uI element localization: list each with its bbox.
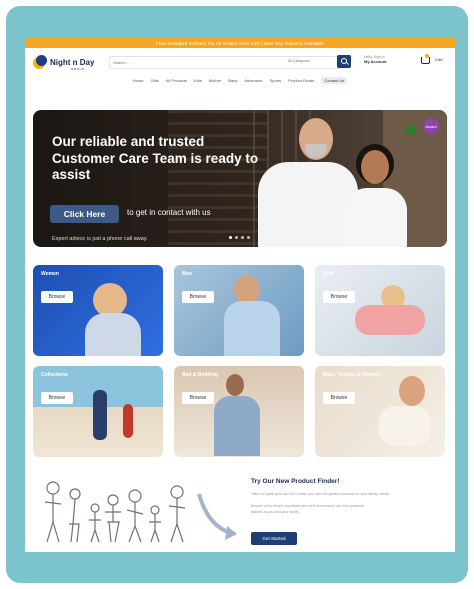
category-tile-men[interactable]: Men Browse xyxy=(174,265,304,356)
tile-label: Collections xyxy=(41,372,68,378)
nav-item-gifts[interactable]: Gifts xyxy=(150,78,158,83)
category-tile-kids[interactable]: Kids Browse xyxy=(315,265,445,356)
logo-text: Night n Day xyxy=(50,57,95,67)
award-badge-icon xyxy=(404,122,418,134)
tile-label: Women xyxy=(41,271,59,277)
logo[interactable]: Night n Day xyxy=(33,55,95,69)
search-bar: All Categories xyxy=(109,56,341,69)
nav-item-mother[interactable]: Mother xyxy=(209,78,221,83)
finder-description: tailored to you and your family. xyxy=(251,510,300,514)
account-label: My Account xyxy=(364,59,387,64)
nav-item-home[interactable]: Home xyxy=(133,78,144,83)
carousel-dot[interactable] xyxy=(229,236,232,239)
promo-bar: Free Standard Delivery On All Orders Ove… xyxy=(25,38,455,48)
tile-browse-button[interactable]: Browse xyxy=(182,392,214,404)
search-input[interactable] xyxy=(113,58,283,66)
nav-item-contact[interactable]: Contact Us xyxy=(321,76,348,84)
carousel-dot[interactable] xyxy=(235,236,238,239)
search-category-select[interactable]: All Categories xyxy=(288,59,310,63)
carousel-dots[interactable] xyxy=(229,236,250,239)
cart-icon[interactable] xyxy=(421,57,430,64)
logo-subtext: GROUP xyxy=(71,67,85,71)
web-page: Free Standard Delivery On All Orders Ove… xyxy=(25,38,455,552)
tile-label: Baby, Toddler & Nursery xyxy=(323,372,381,378)
tile-browse-button[interactable]: Browse xyxy=(182,291,214,303)
hero-cta-text: to get in contact with us xyxy=(127,208,211,217)
hero-woman xyxy=(345,188,407,247)
tile-browse-button[interactable]: Browse xyxy=(323,291,355,303)
moon-logo-icon xyxy=(33,55,47,69)
tile-label: Men xyxy=(182,271,192,277)
hero-banner[interactable]: Award Our reliable and trusted Customer … xyxy=(33,110,447,247)
tile-browse-button[interactable]: Browse xyxy=(41,291,73,303)
tile-browse-button[interactable]: Browse xyxy=(323,392,355,404)
finder-description: Answer a few simple questions and we'll … xyxy=(251,504,364,508)
nav-item-product-finder[interactable]: Product Finder xyxy=(288,78,314,83)
nav-item-kids[interactable]: Kids xyxy=(194,78,202,83)
nav-item-adventure[interactable]: Adventure xyxy=(244,78,262,83)
hero-cta-button[interactable]: Click Here xyxy=(50,205,119,223)
category-tile-women[interactable]: Women Browse xyxy=(33,265,163,356)
nav-item-sports[interactable]: Sports xyxy=(270,78,282,83)
product-finder-section: Try Our New Product Finder! Take our qui… xyxy=(25,468,455,552)
get-started-button[interactable]: Get Started xyxy=(251,532,297,545)
tile-label: Kids xyxy=(323,271,334,277)
nav-item-baby[interactable]: Baby xyxy=(228,78,237,83)
tile-browse-button[interactable]: Browse xyxy=(41,392,73,404)
hero-note: Expert advice is just a phone call away. xyxy=(52,236,148,242)
site-header: Night n Day GROUP All Categories Hello, … xyxy=(25,48,455,74)
account-menu[interactable]: Hello, Sign in My Account xyxy=(364,55,387,64)
carousel-dot[interactable] xyxy=(241,236,244,239)
finder-description: Take our quick quiz and we'll match you … xyxy=(251,492,390,496)
hero-man xyxy=(258,162,358,247)
category-tile-baby-toddler[interactable]: Baby, Toddler & Nursery Browse xyxy=(315,366,445,457)
search-button[interactable] xyxy=(337,55,351,68)
carousel-dot[interactable] xyxy=(247,236,250,239)
tile-label: Bed & Bedding xyxy=(182,372,218,378)
cart-label[interactable]: Cart xyxy=(435,57,443,62)
cart-count-badge xyxy=(425,54,429,58)
main-nav: Home Gifts All Products Kids Mother Baby… xyxy=(25,74,455,86)
category-tile-bed-bedding[interactable]: Bed & Bedding Browse xyxy=(174,366,304,457)
finder-title: Try Our New Product Finder! xyxy=(251,478,340,485)
nav-item-all-products[interactable]: All Products xyxy=(166,78,187,83)
award-seal-icon: Award xyxy=(423,118,439,134)
hero-title: Our reliable and trusted Customer Care T… xyxy=(52,134,259,182)
family-illustration xyxy=(44,481,237,543)
category-tile-collections[interactable]: Collections Browse xyxy=(33,366,163,457)
